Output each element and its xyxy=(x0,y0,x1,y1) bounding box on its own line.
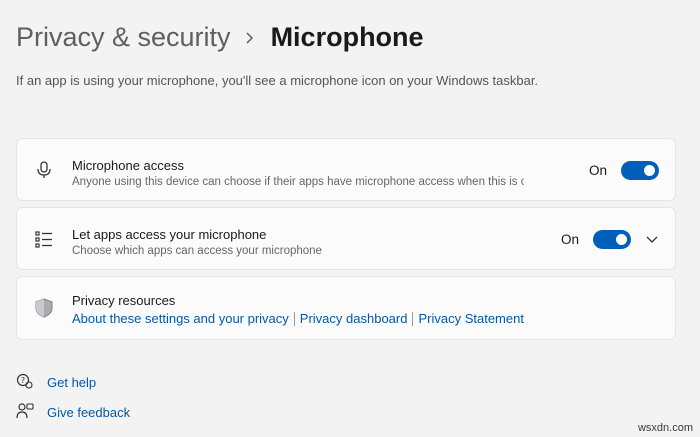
microphone-access-subtitle: Anyone using this device can choose if t… xyxy=(72,176,524,188)
watermark: wsxdn.com xyxy=(637,422,693,434)
apps-access-toggle[interactable] xyxy=(593,230,631,249)
microphone-access-toggle-label: On xyxy=(588,163,607,178)
privacy-links: About these settings and your privacy Pr… xyxy=(72,311,524,326)
microphone-access-card: Microphone access Anyone using this devi… xyxy=(16,138,676,201)
breadcrumb-parent[interactable]: Privacy & security xyxy=(16,22,231,53)
apps-access-toggle-label: On xyxy=(560,232,579,247)
apps-access-card[interactable]: Let apps access your microphone Choose w… xyxy=(16,207,676,270)
microphone-access-title: Microphone access xyxy=(72,158,184,173)
apps-access-toggle-group: On xyxy=(561,230,659,249)
apps-access-title: Let apps access your microphone xyxy=(72,227,267,242)
get-help-link[interactable]: ? Get help xyxy=(16,372,96,393)
privacy-dashboard-link[interactable]: Privacy dashboard xyxy=(300,311,408,326)
intro-text: If an app is using your microphone, you'… xyxy=(16,73,539,88)
feedback-icon xyxy=(16,402,34,423)
breadcrumb: Privacy & security Microphone xyxy=(16,22,424,53)
microphone-access-toggle-group: On xyxy=(589,161,659,180)
toggle-knob xyxy=(616,234,627,245)
list-icon xyxy=(33,228,55,250)
microphone-icon xyxy=(33,159,55,181)
about-settings-link[interactable]: About these settings and your privacy xyxy=(72,311,289,326)
give-feedback-link[interactable]: Give feedback xyxy=(16,402,130,423)
privacy-resources-title: Privacy resources xyxy=(72,293,176,308)
give-feedback-label: Give feedback xyxy=(47,405,131,420)
page-title: Microphone xyxy=(270,22,424,52)
privacy-resources-card: Privacy resources About these settings a… xyxy=(16,276,676,340)
shield-icon xyxy=(33,297,55,319)
link-divider xyxy=(293,311,295,326)
link-divider xyxy=(412,311,414,326)
toggle-knob xyxy=(644,165,655,176)
svg-text:?: ? xyxy=(21,376,25,385)
get-help-label: Get help xyxy=(47,375,97,390)
chevron-down-icon[interactable] xyxy=(645,235,659,245)
chevron-right-icon xyxy=(245,31,255,45)
privacy-statement-link[interactable]: Privacy Statement xyxy=(418,311,524,326)
microphone-access-toggle[interactable] xyxy=(621,161,659,180)
apps-access-subtitle: Choose which apps can access your microp… xyxy=(72,245,322,257)
help-icon: ? xyxy=(16,372,34,393)
